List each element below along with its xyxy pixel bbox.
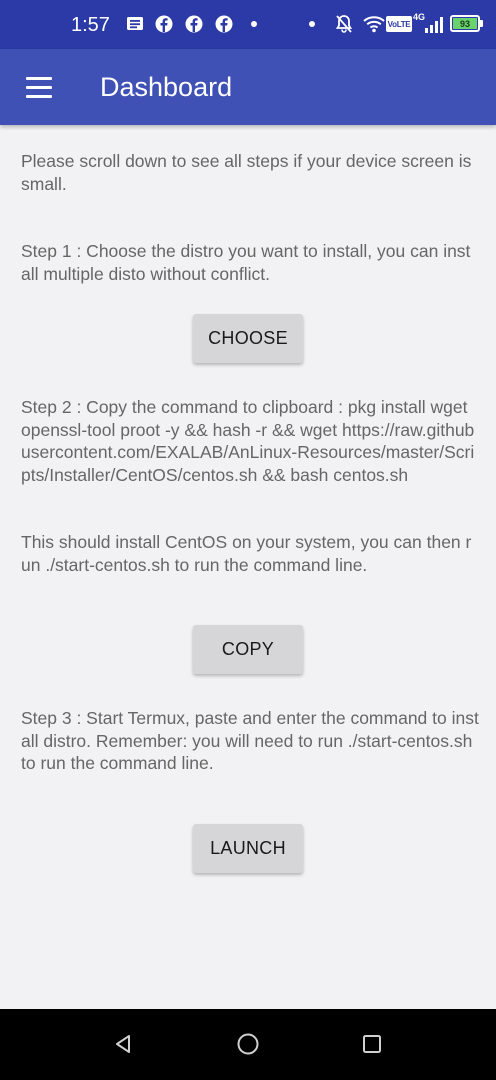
signal-icon: 4G (413, 12, 447, 33)
battery-level: 93 (459, 18, 470, 29)
intro-text: Please scroll down to see all steps if y… (21, 151, 472, 194)
step3-text: Step 3 : Start Termux, paste and enter t… (21, 708, 479, 774)
page-title: Dashboard (100, 72, 233, 102)
recents-icon[interactable] (354, 1026, 390, 1062)
copy-button[interactable]: COPY (193, 625, 303, 674)
dot-icon (309, 21, 315, 27)
volte-label: VoLTE (387, 19, 411, 29)
volte-icon: VoLTE (386, 16, 412, 32)
launch-button[interactable]: LAUNCH (193, 824, 303, 873)
home-icon[interactable] (230, 1026, 266, 1062)
message-icon (125, 14, 145, 34)
facebook-icon (184, 14, 204, 34)
status-bar: 1:57 VoLTE 4G 93 (0, 0, 496, 49)
step2-text: Step 2 : Copy the command to clipboard :… (21, 397, 475, 485)
step2-note: This should install CentOS on your syste… (21, 532, 472, 575)
facebook-icon (154, 14, 174, 34)
main-content[interactable]: Please scroll down to see all steps if y… (0, 125, 496, 1009)
choose-button[interactable]: CHOOSE (193, 314, 303, 363)
navigation-bar (0, 1009, 496, 1080)
wifi-icon (362, 14, 386, 34)
app-bar: Dashboard (0, 49, 496, 125)
step1-text: Step 1 : Choose the distro you want to i… (21, 241, 471, 284)
hamburger-menu-icon[interactable] (14, 63, 64, 111)
back-icon[interactable] (105, 1026, 141, 1062)
mute-icon (333, 14, 355, 34)
status-time: 1:57 (71, 14, 110, 36)
app-screen: 1:57 VoLTE 4G 93 Dashboard Please scroll… (0, 0, 496, 1080)
dot-icon (251, 21, 257, 27)
battery-icon: 93 (450, 15, 486, 33)
facebook-icon (214, 14, 234, 34)
